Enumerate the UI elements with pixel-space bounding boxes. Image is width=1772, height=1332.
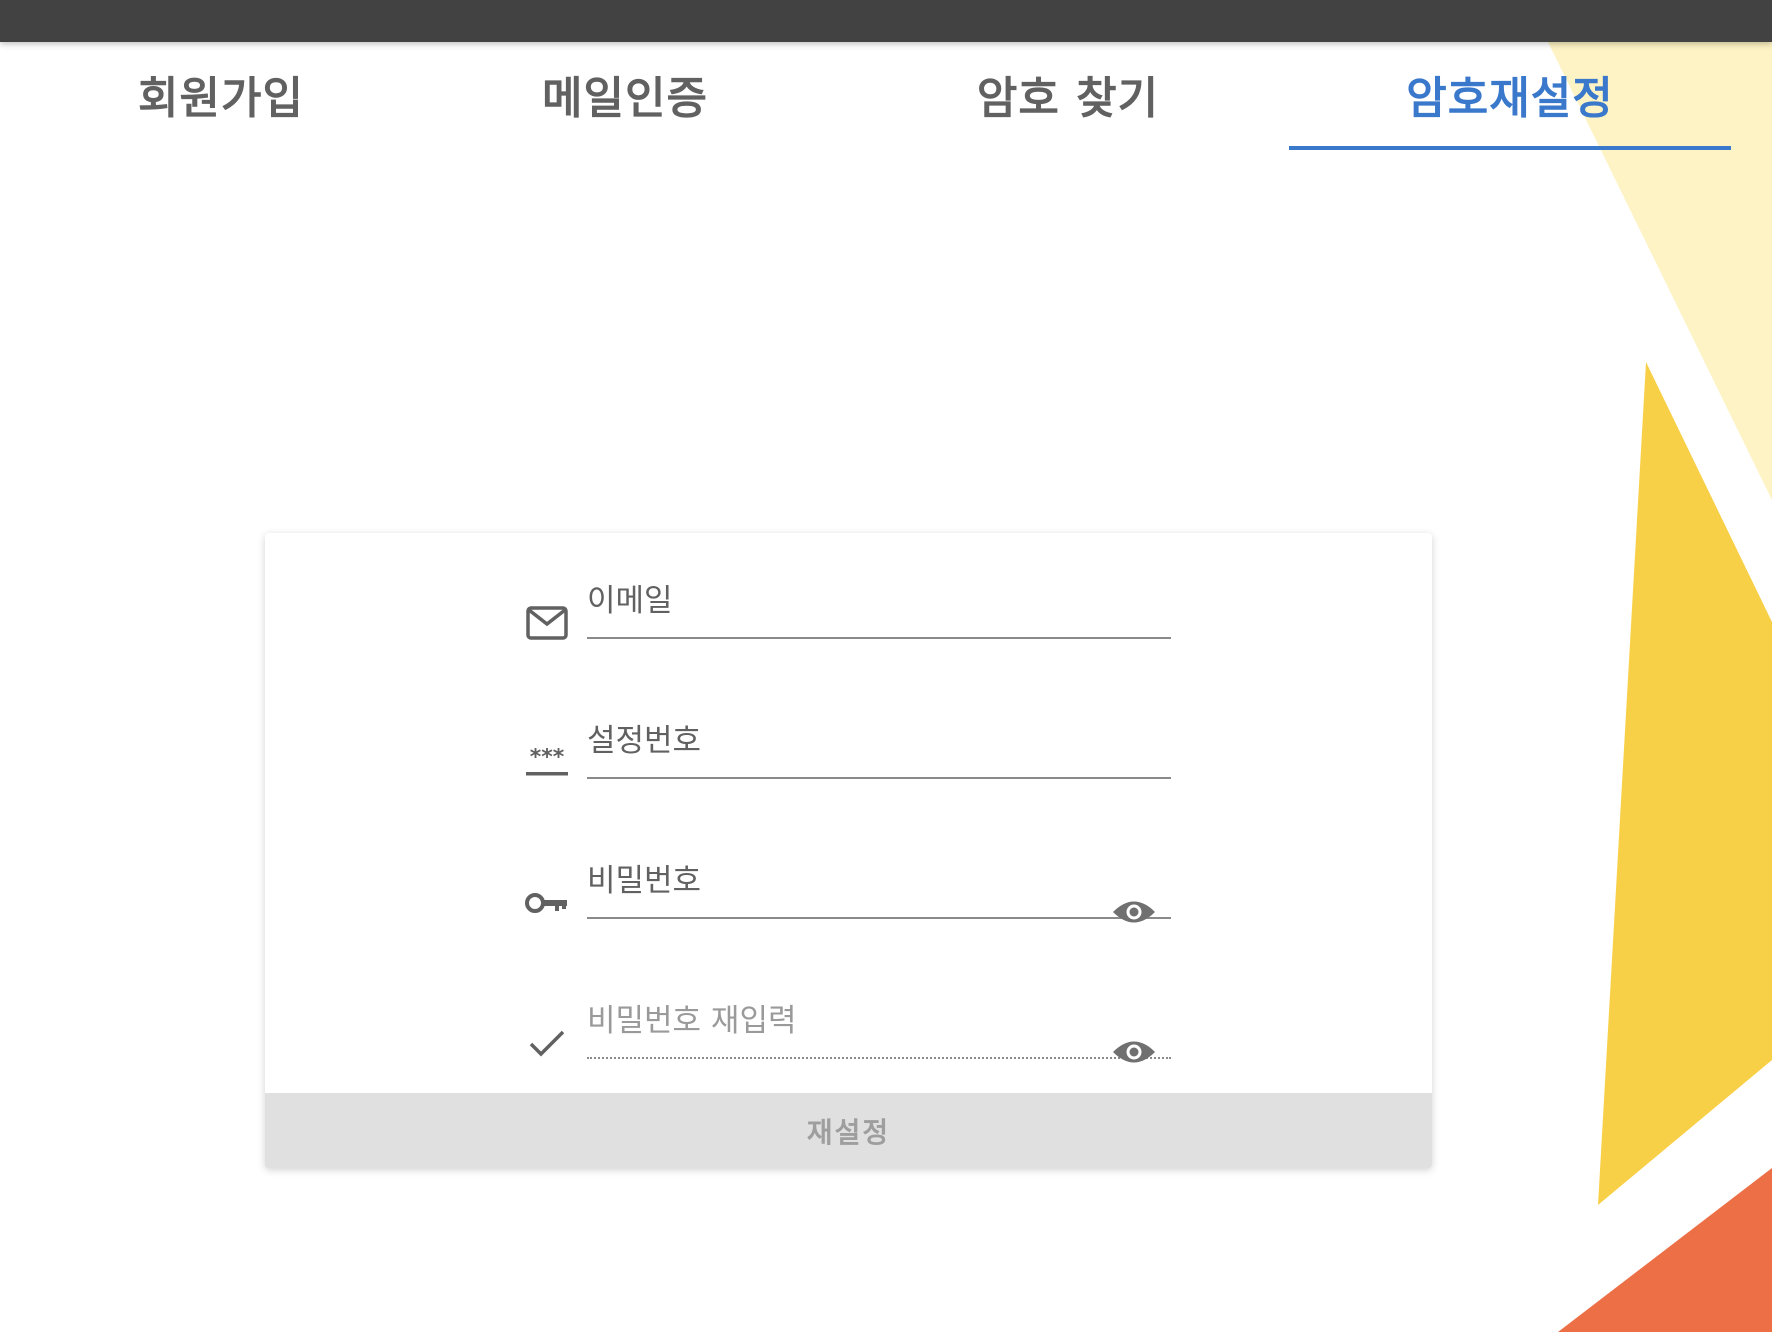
reset-button[interactable]: 재설정	[265, 1093, 1432, 1168]
tab-find-password[interactable]: 암호 찾기	[847, 42, 1289, 146]
reset-password-card: ***	[265, 533, 1432, 1168]
decor-orange-triangle	[1558, 1168, 1772, 1332]
tab-bar: 회원가입 메일인증 암호 찾기 암호재설정	[0, 42, 1772, 150]
tab-reset-password[interactable]: 암호재설정	[1289, 42, 1731, 150]
password-confirm-field	[525, 973, 1177, 1073]
toggle-password-visibility-icon[interactable]	[1107, 885, 1161, 939]
toggle-password-confirm-visibility-icon[interactable]	[1107, 1025, 1161, 1079]
password-dots-icon: ***	[525, 741, 569, 785]
mail-icon	[525, 601, 569, 645]
password-confirm-input[interactable]	[587, 993, 1171, 1059]
tab-mail-verify[interactable]: 메일인증	[404, 42, 846, 146]
email-field	[525, 553, 1177, 653]
code-field: ***	[525, 693, 1177, 793]
tab-signup[interactable]: 회원가입	[0, 42, 442, 146]
password-field	[525, 833, 1177, 933]
check-icon	[525, 1021, 569, 1065]
svg-text:***: ***	[530, 748, 565, 770]
key-icon	[525, 881, 569, 925]
code-input[interactable]	[587, 713, 1171, 779]
password-input[interactable]	[587, 853, 1171, 919]
top-app-bar	[0, 0, 1772, 42]
email-input[interactable]	[587, 573, 1171, 639]
decor-yellow-triangle	[1598, 362, 1772, 1205]
